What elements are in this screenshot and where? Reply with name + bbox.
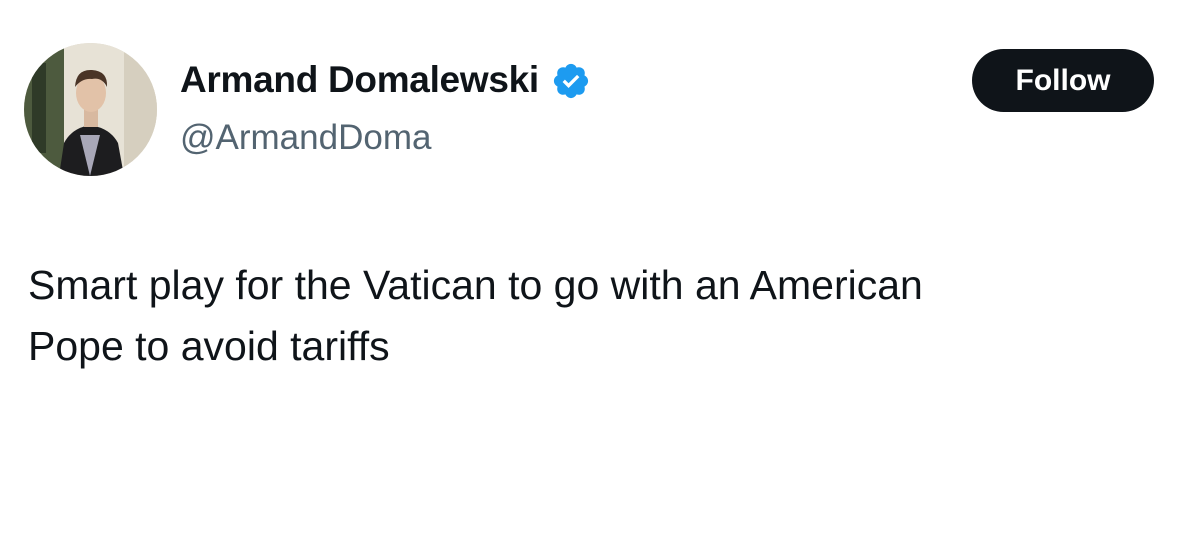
- follow-button[interactable]: Follow: [972, 49, 1154, 112]
- tweet-text: Smart play for the Vatican to go with an…: [28, 262, 923, 369]
- tweet-card: Armand Domalewski @ArmandDoma Follow Sma…: [0, 0, 1200, 559]
- verified-badge-icon[interactable]: [551, 61, 591, 101]
- author-name-row: Armand Domalewski: [180, 58, 591, 102]
- author-handle[interactable]: @ArmandDoma: [180, 117, 431, 159]
- avatar[interactable]: [24, 43, 157, 176]
- avatar-photo: [24, 43, 157, 176]
- author-display-name[interactable]: Armand Domalewski: [180, 58, 539, 102]
